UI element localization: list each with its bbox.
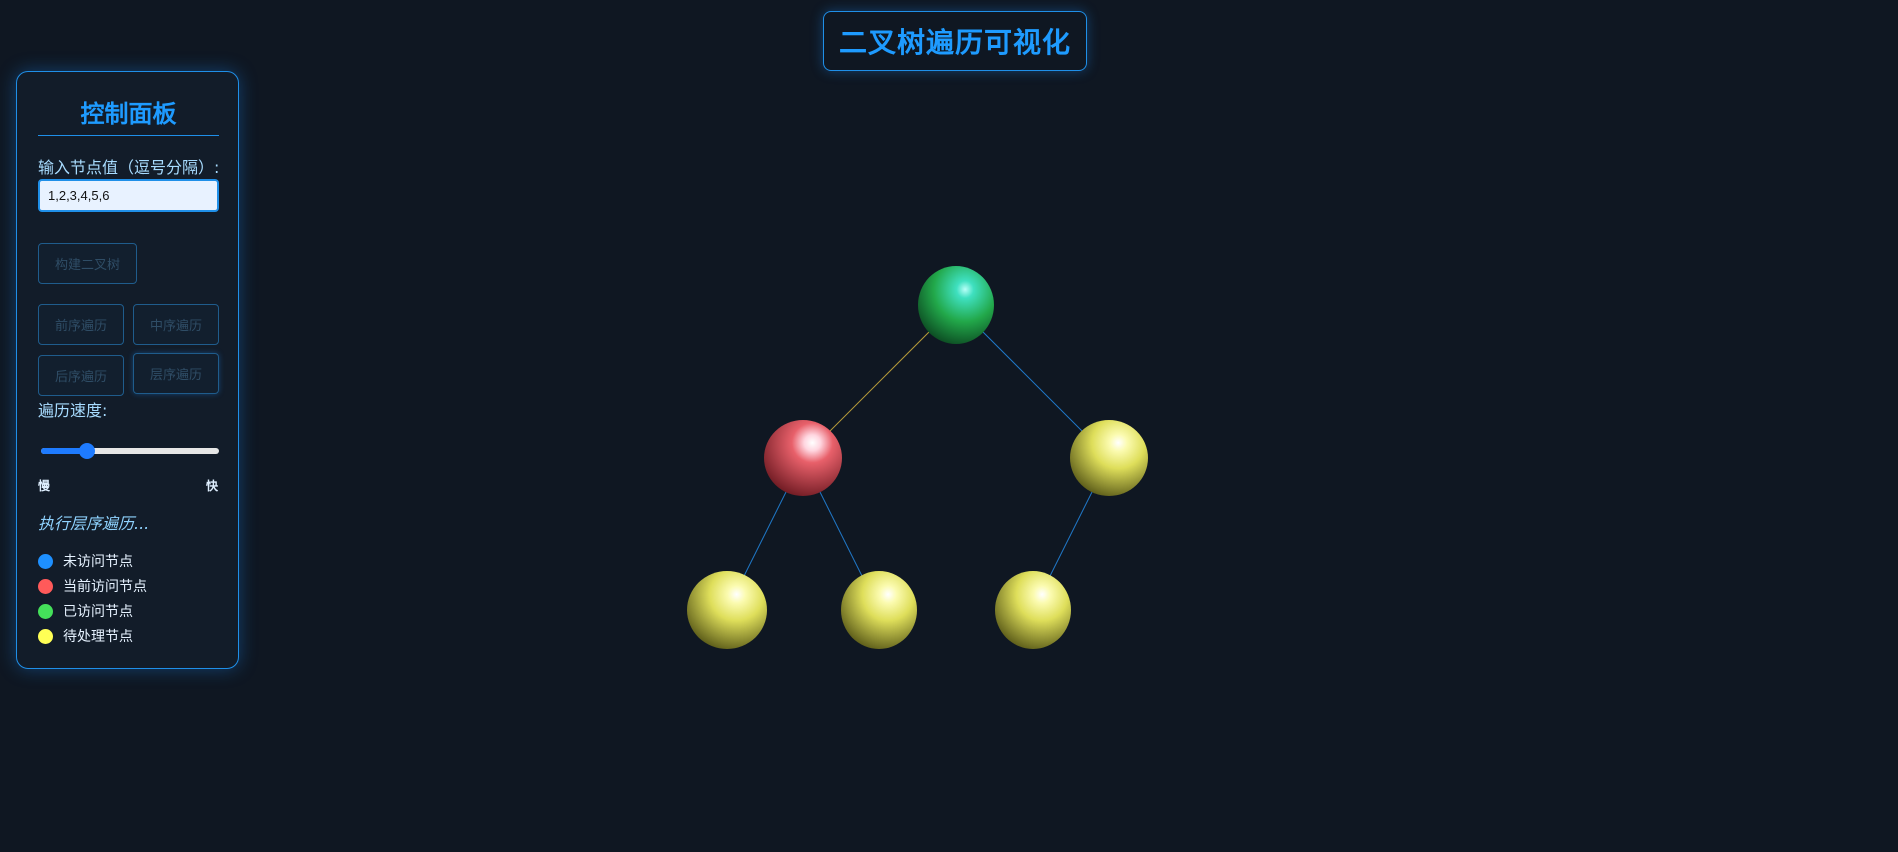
tree-node-6 [995,571,1071,649]
tree-node-2 [764,420,842,496]
tree-node-3 [1070,420,1148,496]
tree-canvas [687,266,1148,649]
tree-node-4 [687,571,767,649]
tree-node-5 [841,571,917,649]
tree-node-1 [918,266,994,344]
